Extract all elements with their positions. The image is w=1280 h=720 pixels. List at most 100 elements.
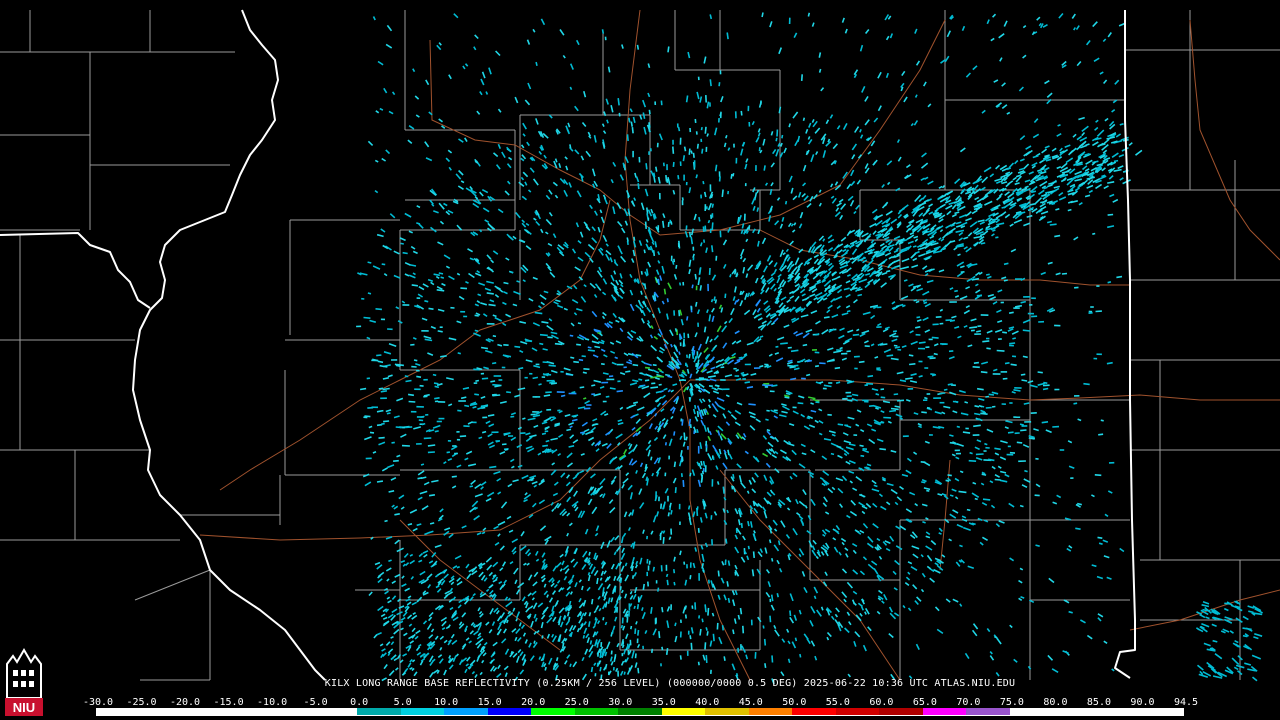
- echo-mark: [690, 642, 693, 650]
- echo-mark: [634, 653, 637, 659]
- echo-mark: [711, 222, 714, 231]
- echo-mark: [651, 472, 655, 477]
- echo-mark: [771, 558, 774, 562]
- echo-mark: [860, 454, 865, 457]
- echo-mark: [957, 253, 961, 257]
- echo-mark: [481, 531, 486, 535]
- echo-mark: [667, 221, 670, 227]
- echo-mark: [473, 368, 480, 371]
- echo-mark: [859, 444, 864, 447]
- echo-mark: [554, 158, 558, 163]
- echo-mark: [506, 391, 512, 394]
- echo-mark: [420, 415, 425, 418]
- echo-mark: [359, 387, 367, 391]
- echo-mark: [673, 461, 677, 468]
- echo-mark: [367, 261, 372, 264]
- echo-mark: [700, 473, 703, 477]
- echo-mark: [545, 439, 550, 443]
- echo-mark: [726, 509, 729, 514]
- legend-color-swatch: [226, 708, 271, 715]
- legend-color-swatch: [705, 708, 749, 715]
- echo-mark: [1030, 202, 1037, 206]
- echo-mark: [859, 129, 862, 133]
- echo-mark: [693, 349, 696, 356]
- echo-mark: [584, 338, 590, 341]
- echo-mark: [626, 134, 629, 142]
- echo-mark: [561, 642, 565, 649]
- echo-mark: [1003, 262, 1009, 266]
- echo-mark: [600, 363, 605, 366]
- echo-mark: [640, 290, 643, 295]
- echo-mark: [974, 405, 980, 408]
- echo-mark: [1041, 421, 1049, 424]
- echo-mark: [702, 226, 705, 232]
- echo-mark: [966, 508, 971, 512]
- echo-mark: [631, 127, 634, 134]
- echo-mark: [839, 346, 843, 350]
- echo-mark: [656, 375, 664, 378]
- echo-mark: [633, 605, 636, 610]
- echo-mark: [433, 273, 440, 277]
- echo-mark: [654, 241, 658, 248]
- echo-mark: [969, 326, 978, 329]
- echo-mark: [378, 387, 384, 390]
- echo-mark: [897, 399, 905, 402]
- echo-mark: [742, 625, 745, 634]
- echo-mark: [667, 512, 670, 517]
- echo-mark: [759, 365, 764, 368]
- echo-mark: [1054, 234, 1061, 238]
- echo-mark: [689, 574, 692, 580]
- echo-mark: [739, 607, 743, 615]
- echo-mark: [569, 663, 572, 667]
- echo-mark: [1047, 220, 1052, 224]
- legend-tick-label: 65.0: [912, 697, 937, 708]
- echo-mark: [706, 133, 709, 137]
- echo-mark: [717, 570, 720, 577]
- echo-mark: [652, 364, 657, 367]
- legend-tick-label: 50.0: [782, 697, 807, 708]
- echo-mark: [416, 222, 421, 225]
- echo-mark: [475, 379, 480, 382]
- echo-mark: [446, 451, 451, 454]
- echo-mark: [730, 173, 733, 179]
- echo-mark: [589, 640, 593, 645]
- echo-mark: [927, 355, 934, 358]
- legend-tick-label: 75.0: [999, 697, 1024, 708]
- echo-mark: [982, 498, 991, 501]
- echo-mark: [711, 612, 715, 617]
- echo-mark: [689, 423, 692, 429]
- echo-mark: [626, 237, 629, 242]
- echo-mark: [1021, 379, 1028, 382]
- legend-tick-label: -5.0: [303, 697, 328, 708]
- echo-mark: [682, 338, 685, 347]
- echo-mark: [662, 220, 665, 228]
- legend-color-swatch: [139, 708, 184, 715]
- echo-mark: [674, 487, 677, 494]
- echo-mark: [976, 387, 984, 391]
- legend-color-swatch: [183, 708, 227, 715]
- echo-mark: [543, 394, 551, 397]
- echo-mark: [648, 122, 651, 128]
- echo-mark: [974, 497, 978, 501]
- echo-mark: [787, 364, 795, 368]
- echo-mark: [407, 523, 413, 526]
- legend-color-swatch: [748, 708, 793, 715]
- echo-mark: [650, 386, 659, 389]
- echo-mark: [429, 522, 435, 525]
- echo-mark: [580, 431, 585, 434]
- echo-mark: [723, 656, 726, 661]
- echo-mark: [1024, 469, 1028, 473]
- echo-mark: [533, 640, 536, 644]
- echo-mark: [1012, 337, 1017, 340]
- echo-mark: [630, 121, 633, 127]
- echo-mark: [393, 459, 399, 462]
- echo-mark: [1098, 542, 1103, 545]
- echo-mark: [554, 342, 563, 346]
- echo-mark: [665, 175, 668, 182]
- echo-mark: [592, 423, 599, 426]
- echo-mark: [790, 349, 799, 353]
- echo-mark: [722, 486, 725, 494]
- echo-mark: [377, 360, 384, 364]
- echo-mark: [542, 348, 548, 351]
- echo-mark: [657, 587, 660, 592]
